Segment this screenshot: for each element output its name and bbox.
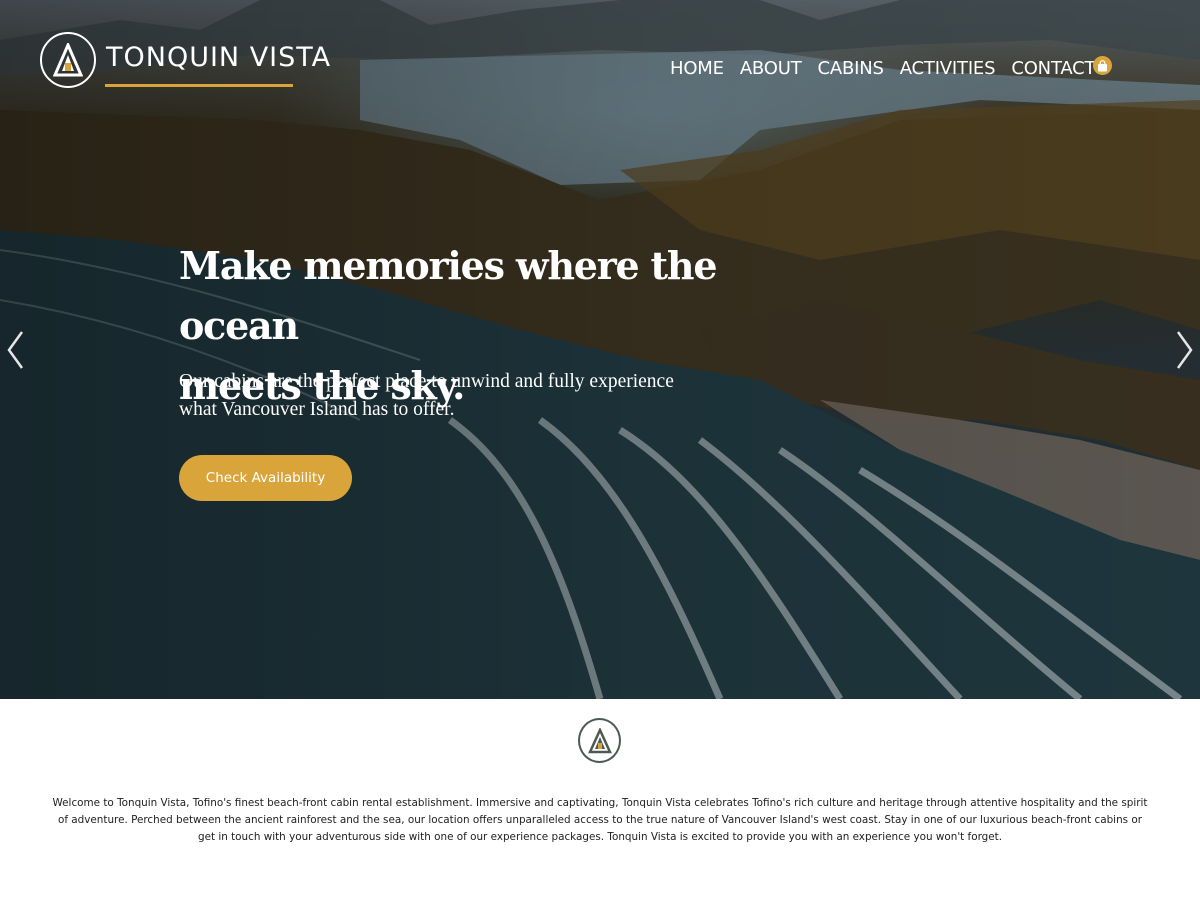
nav-about[interactable]: ABOUT xyxy=(740,58,802,79)
check-availability-button[interactable]: Check Availability xyxy=(179,455,352,501)
hero-subtitle-line-2: what Vancouver Island has to offer. xyxy=(179,399,455,420)
intro-paragraph: Welcome to Tonquin Vista, Tofino's fines… xyxy=(52,797,1148,843)
nav-cabins[interactable]: CABINS xyxy=(818,58,884,79)
chevron-right-icon[interactable] xyxy=(1172,328,1196,372)
hero-banner: TONQUIN VISTA HOME ABOUT CABINS ACTIVITI… xyxy=(0,0,1200,699)
brand-underline xyxy=(105,84,293,87)
main-nav: HOME ABOUT CABINS ACTIVITIES CONTACT xyxy=(670,58,1111,79)
chevron-left-icon[interactable] xyxy=(4,328,28,372)
nav-contact[interactable]: CONTACT xyxy=(1011,58,1095,79)
shopping-bag-icon[interactable] xyxy=(1093,56,1112,75)
hero-title-line-1: Make memories where the ocean xyxy=(179,243,718,348)
a-frame-cabin-icon xyxy=(578,718,621,763)
nav-home[interactable]: HOME xyxy=(670,58,724,79)
nav-activities[interactable]: ACTIVITIES xyxy=(900,58,996,79)
brand-name: TONQUIN VISTA xyxy=(106,42,332,73)
a-frame-cabin-icon xyxy=(40,32,96,88)
site-logo[interactable]: TONQUIN VISTA xyxy=(38,32,330,98)
hero-subtitle-line-1: Our cabins are the perfect place to unwi… xyxy=(179,371,674,392)
hero-subtitle: Our cabins are the perfect place to unwi… xyxy=(179,368,699,424)
